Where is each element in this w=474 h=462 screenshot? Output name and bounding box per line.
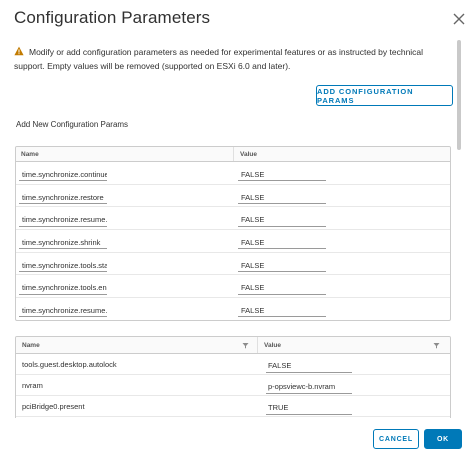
param-value-input[interactable] <box>238 168 326 182</box>
param-value-input[interactable] <box>238 191 326 205</box>
value-cell <box>258 397 352 415</box>
warning-message: Modify or add configuration parameters a… <box>14 45 454 73</box>
value-cell <box>234 277 326 295</box>
param-name-input[interactable] <box>19 168 107 182</box>
new-params-header: Name Value <box>16 147 450 162</box>
filter-icon[interactable] <box>433 342 440 349</box>
name-cell <box>16 187 234 205</box>
dialog-scrollbar[interactable] <box>457 40 461 150</box>
name-cell <box>16 277 234 295</box>
param-value-input[interactable] <box>238 304 326 318</box>
configuration-parameters-dialog: Configuration Parameters Modify or add c… <box>0 0 474 462</box>
value-cell <box>234 187 326 205</box>
param-name-input[interactable] <box>19 191 107 205</box>
ok-button[interactable]: OK <box>424 429 462 449</box>
column-header-value: Value <box>240 151 257 158</box>
value-cell <box>234 164 326 182</box>
name-cell <box>16 232 234 250</box>
add-configuration-params-button[interactable]: ADD CONFIGURATION PARAMS <box>316 85 453 106</box>
param-name-input[interactable] <box>19 213 107 227</box>
table-row: pciBridge0.present <box>16 396 450 417</box>
value-cell <box>234 232 326 250</box>
param-value-input[interactable] <box>266 401 352 415</box>
column-header-name-label: Name <box>22 342 40 349</box>
name-cell <box>16 255 234 273</box>
existing-params-header: Name Value <box>16 337 450 354</box>
cancel-button[interactable]: CANCEL <box>373 429 419 449</box>
warning-icon <box>14 46 24 56</box>
table-row <box>16 207 450 231</box>
table-row <box>16 275 450 299</box>
value-cell <box>258 355 352 373</box>
value-cell <box>234 209 326 227</box>
column-header-value-label: Value <box>264 342 281 349</box>
value-cell <box>234 255 326 273</box>
param-name: pciBridge0.present <box>22 401 85 411</box>
new-params-grid: Name Value <box>15 146 451 321</box>
param-name: nvram <box>22 380 43 390</box>
param-value-input[interactable] <box>238 213 326 227</box>
value-cell <box>234 300 326 318</box>
table-row <box>16 298 450 320</box>
table-row <box>16 253 450 276</box>
column-header-value[interactable]: Value <box>258 337 450 353</box>
close-icon <box>453 13 465 25</box>
table-row: tools.guest.desktop.autolock <box>16 354 450 375</box>
existing-params-grid: Name Value tools.guest.desktop.autolock n… <box>15 336 451 418</box>
table-row <box>16 162 450 185</box>
param-value-input[interactable] <box>238 236 326 250</box>
add-new-params-label: Add New Configuration Params <box>16 120 129 129</box>
warning-text: Modify or add configuration parameters a… <box>14 47 424 71</box>
param-name-input[interactable] <box>19 304 107 318</box>
table-row <box>16 230 450 253</box>
value-cell <box>258 376 352 394</box>
param-name: tools.guest.desktop.autolock <box>22 359 117 369</box>
param-value-input[interactable] <box>266 359 352 373</box>
param-name-input[interactable] <box>19 259 107 273</box>
table-row <box>16 185 450 208</box>
name-cell <box>16 209 234 227</box>
name-cell <box>16 164 234 182</box>
param-value-input[interactable] <box>266 380 352 394</box>
param-name-input[interactable] <box>19 281 107 295</box>
dialog-title: Configuration Parameters <box>14 8 211 27</box>
param-value-input[interactable] <box>238 259 326 273</box>
param-name-input[interactable] <box>19 236 107 250</box>
name-cell <box>16 300 234 318</box>
filter-icon[interactable] <box>242 342 249 349</box>
close-button[interactable] <box>450 10 468 28</box>
param-value-input[interactable] <box>238 281 326 295</box>
column-header-name: Name <box>16 147 234 161</box>
column-header-name[interactable]: Name <box>16 337 258 353</box>
table-row: nvram <box>16 375 450 396</box>
